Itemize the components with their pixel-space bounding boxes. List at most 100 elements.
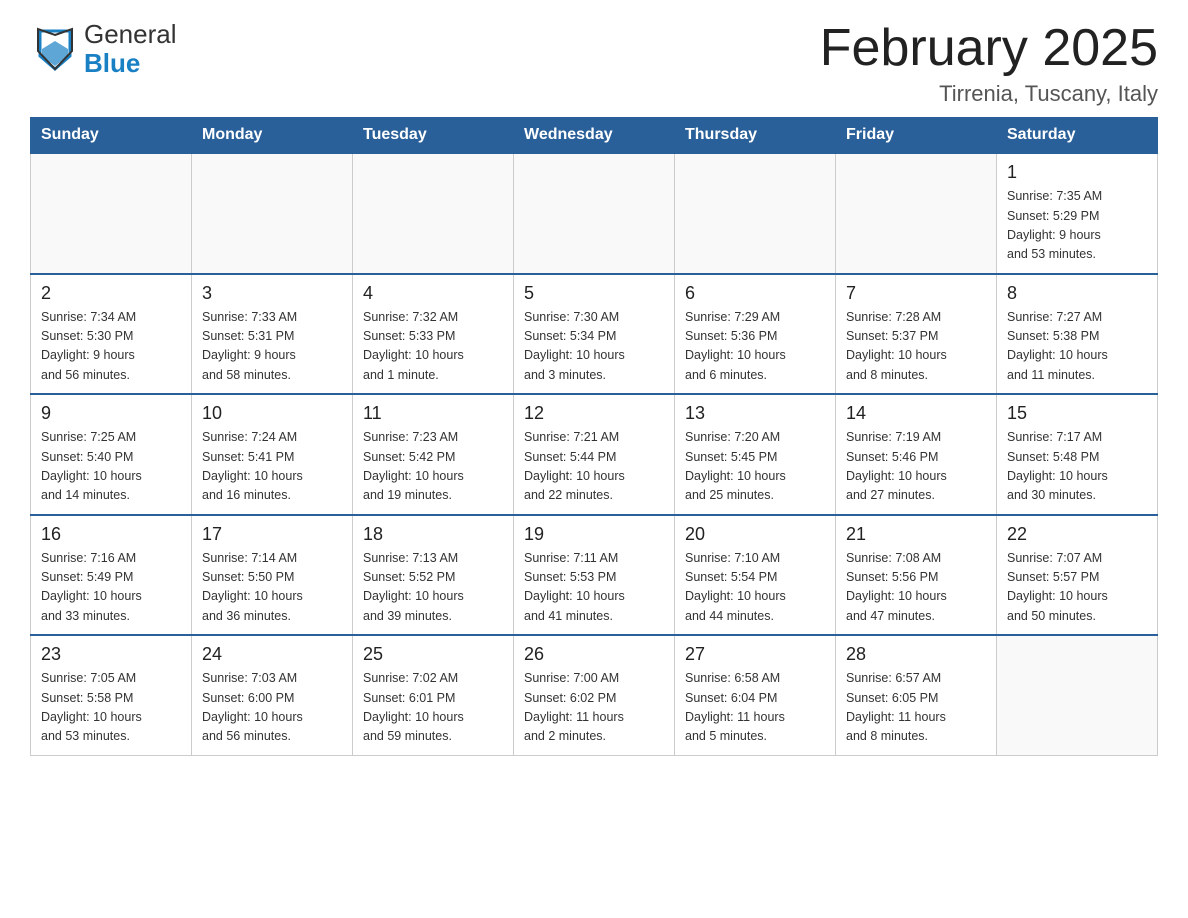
day-number: 12 xyxy=(524,403,664,424)
calendar-header-row: Sunday Monday Tuesday Wednesday Thursday… xyxy=(31,118,1158,154)
day-info: Sunrise: 7:02 AM Sunset: 6:01 PM Dayligh… xyxy=(363,669,503,747)
calendar-cell: 1Sunrise: 7:35 AM Sunset: 5:29 PM Daylig… xyxy=(997,153,1158,274)
day-info: Sunrise: 7:21 AM Sunset: 5:44 PM Dayligh… xyxy=(524,428,664,506)
calendar-cell: 14 Sunrise: 7:19 AM Sunset: 5:46 PM Dayli… xyxy=(836,394,997,515)
calendar-cell: 19 Sunrise: 7:11 AM Sunset: 5:53 PM Dayli… xyxy=(514,515,675,636)
day-number: 17 xyxy=(202,524,342,545)
day-number: 20 xyxy=(685,524,825,545)
day-number: 16 xyxy=(41,524,181,545)
month-title: February 2025 xyxy=(820,20,1158,77)
calendar-cell: 2 Sunrise: 7:34 AM Sunset: 5:30 PM Daylig… xyxy=(31,274,192,395)
day-info: Sunrise: 7:13 AM Sunset: 5:52 PM Dayligh… xyxy=(363,549,503,627)
calendar-cell: 18 Sunrise: 7:13 AM Sunset: 5:52 PM Dayli… xyxy=(353,515,514,636)
day-number: 3 xyxy=(202,283,342,304)
day-number: 15 xyxy=(1007,403,1147,424)
calendar-cell: 3Sunrise: 7:33 AM Sunset: 5:31 PM Daylig… xyxy=(192,274,353,395)
day-number: 13 xyxy=(685,403,825,424)
day-number: 6 xyxy=(685,283,825,304)
day-info: Sunrise: 7:32 AM Sunset: 5:33 PM Dayligh… xyxy=(363,308,503,386)
calendar-cell xyxy=(31,153,192,274)
day-number: 26 xyxy=(524,644,664,665)
day-info: Sunrise: 7:05 AM Sunset: 5:58 PM Dayligh… xyxy=(41,669,181,747)
col-friday: Friday xyxy=(836,118,997,154)
day-number: 5 xyxy=(524,283,664,304)
day-info: Sunrise: 7:14 AM Sunset: 5:50 PM Dayligh… xyxy=(202,549,342,627)
day-info: Sunrise: 7:17 AM Sunset: 5:48 PM Dayligh… xyxy=(1007,428,1147,506)
day-number: 10 xyxy=(202,403,342,424)
logo-text: General Blue xyxy=(84,20,177,77)
day-number: 28 xyxy=(846,644,986,665)
calendar-cell xyxy=(353,153,514,274)
day-info: Sunrise: 7:29 AM Sunset: 5:36 PM Dayligh… xyxy=(685,308,825,386)
calendar-cell xyxy=(675,153,836,274)
day-info: Sunrise: 7:11 AM Sunset: 5:53 PM Dayligh… xyxy=(524,549,664,627)
day-number: 2 xyxy=(41,283,181,304)
week-row-1: 1Sunrise: 7:35 AM Sunset: 5:29 PM Daylig… xyxy=(31,153,1158,274)
day-number: 11 xyxy=(363,403,503,424)
calendar-table: Sunday Monday Tuesday Wednesday Thursday… xyxy=(30,117,1158,756)
col-sunday: Sunday xyxy=(31,118,192,154)
day-info: Sunrise: 7:30 AM Sunset: 5:34 PM Dayligh… xyxy=(524,308,664,386)
day-info: Sunrise: 7:10 AM Sunset: 5:54 PM Dayligh… xyxy=(685,549,825,627)
day-number: 22 xyxy=(1007,524,1147,545)
generalblue-logo-icon xyxy=(30,21,80,76)
col-wednesday: Wednesday xyxy=(514,118,675,154)
week-row-3: 9 Sunrise: 7:25 AM Sunset: 5:40 PM Daylig… xyxy=(31,394,1158,515)
day-info: Sunrise: 7:03 AM Sunset: 6:00 PM Dayligh… xyxy=(202,669,342,747)
calendar-cell: 7Sunrise: 7:28 AM Sunset: 5:37 PM Daylig… xyxy=(836,274,997,395)
day-number: 19 xyxy=(524,524,664,545)
day-info: Sunrise: 7:27 AM Sunset: 5:38 PM Dayligh… xyxy=(1007,308,1147,386)
week-row-4: 16 Sunrise: 7:16 AM Sunset: 5:49 PM Dayli… xyxy=(31,515,1158,636)
col-monday: Monday xyxy=(192,118,353,154)
calendar-cell: 27Sunrise: 6:58 AM Sunset: 6:04 PM Dayli… xyxy=(675,635,836,755)
day-info: Sunrise: 7:35 AM Sunset: 5:29 PM Dayligh… xyxy=(1007,187,1147,265)
day-info: Sunrise: 7:25 AM Sunset: 5:40 PM Dayligh… xyxy=(41,428,181,506)
calendar-cell: 25 Sunrise: 7:02 AM Sunset: 6:01 PM Dayli… xyxy=(353,635,514,755)
day-info: Sunrise: 7:19 AM Sunset: 5:46 PM Dayligh… xyxy=(846,428,986,506)
day-number: 24 xyxy=(202,644,342,665)
title-area: February 2025 Tirrenia, Tuscany, Italy xyxy=(820,20,1158,107)
col-thursday: Thursday xyxy=(675,118,836,154)
day-number: 23 xyxy=(41,644,181,665)
day-info: Sunrise: 7:20 AM Sunset: 5:45 PM Dayligh… xyxy=(685,428,825,506)
calendar-cell: 17 Sunrise: 7:14 AM Sunset: 5:50 PM Dayli… xyxy=(192,515,353,636)
calendar-cell xyxy=(836,153,997,274)
logo-general-text: General xyxy=(84,20,177,49)
calendar-cell: 15 Sunrise: 7:17 AM Sunset: 5:48 PM Dayli… xyxy=(997,394,1158,515)
calendar-cell: 13 Sunrise: 7:20 AM Sunset: 5:45 PM Dayli… xyxy=(675,394,836,515)
day-info: Sunrise: 7:24 AM Sunset: 5:41 PM Dayligh… xyxy=(202,428,342,506)
day-info: Sunrise: 7:28 AM Sunset: 5:37 PM Dayligh… xyxy=(846,308,986,386)
day-info: Sunrise: 7:34 AM Sunset: 5:30 PM Dayligh… xyxy=(41,308,181,386)
calendar-cell xyxy=(997,635,1158,755)
calendar-cell: 24 Sunrise: 7:03 AM Sunset: 6:00 PM Dayli… xyxy=(192,635,353,755)
calendar-cell: 6 Sunrise: 7:29 AM Sunset: 5:36 PM Daylig… xyxy=(675,274,836,395)
calendar-cell: 9 Sunrise: 7:25 AM Sunset: 5:40 PM Daylig… xyxy=(31,394,192,515)
day-number: 18 xyxy=(363,524,503,545)
calendar-cell: 5 Sunrise: 7:30 AM Sunset: 5:34 PM Daylig… xyxy=(514,274,675,395)
calendar-cell: 21Sunrise: 7:08 AM Sunset: 5:56 PM Dayli… xyxy=(836,515,997,636)
calendar-cell: 28 Sunrise: 6:57 AM Sunset: 6:05 PM Dayli… xyxy=(836,635,997,755)
day-info: Sunrise: 7:00 AM Sunset: 6:02 PM Dayligh… xyxy=(524,669,664,747)
calendar-cell: 8 Sunrise: 7:27 AM Sunset: 5:38 PM Daylig… xyxy=(997,274,1158,395)
week-row-2: 2 Sunrise: 7:34 AM Sunset: 5:30 PM Daylig… xyxy=(31,274,1158,395)
day-info: Sunrise: 7:08 AM Sunset: 5:56 PM Dayligh… xyxy=(846,549,986,627)
day-number: 4 xyxy=(363,283,503,304)
day-info: Sunrise: 7:16 AM Sunset: 5:49 PM Dayligh… xyxy=(41,549,181,627)
col-tuesday: Tuesday xyxy=(353,118,514,154)
day-info: Sunrise: 7:23 AM Sunset: 5:42 PM Dayligh… xyxy=(363,428,503,506)
day-number: 9 xyxy=(41,403,181,424)
calendar-cell: 4 Sunrise: 7:32 AM Sunset: 5:33 PM Daylig… xyxy=(353,274,514,395)
week-row-5: 23 Sunrise: 7:05 AM Sunset: 5:58 PM Dayli… xyxy=(31,635,1158,755)
calendar-cell xyxy=(514,153,675,274)
day-number: 14 xyxy=(846,403,986,424)
day-number: 8 xyxy=(1007,283,1147,304)
day-info: Sunrise: 6:57 AM Sunset: 6:05 PM Dayligh… xyxy=(846,669,986,747)
calendar-cell: 16 Sunrise: 7:16 AM Sunset: 5:49 PM Dayli… xyxy=(31,515,192,636)
day-info: Sunrise: 7:07 AM Sunset: 5:57 PM Dayligh… xyxy=(1007,549,1147,627)
calendar-cell xyxy=(192,153,353,274)
calendar-cell: 22 Sunrise: 7:07 AM Sunset: 5:57 PM Dayli… xyxy=(997,515,1158,636)
day-number: 25 xyxy=(363,644,503,665)
logo: General Blue xyxy=(30,20,177,77)
page-header: General Blue February 2025 Tirrenia, Tus… xyxy=(30,20,1158,107)
logo-blue-text: Blue xyxy=(84,49,177,78)
